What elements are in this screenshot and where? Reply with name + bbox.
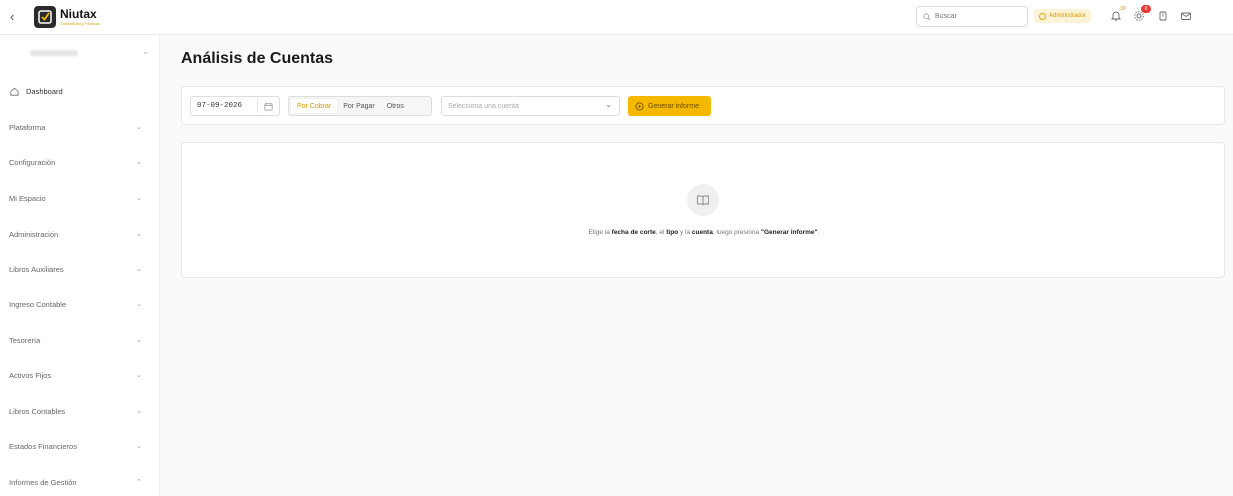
page-title: Análisis de Cuentas	[181, 50, 334, 67]
empty-state-card: Elige la fecha de corte, el tipo y la cu…	[181, 142, 1225, 278]
sidebar-item-dashboard[interactable]: Dashboard	[0, 82, 160, 100]
top-bar: ‹ Niutax Contabilidad y Finanzas Adminis…	[0, 0, 1233, 35]
generate-report-button[interactable]: Generar informe	[628, 96, 711, 116]
sidebar: ⌄ Dashboard Plataforma ⌄ Configuración ⌄…	[0, 35, 160, 496]
empty-text-part: , luego presiona	[712, 229, 761, 236]
notifications-count: 30	[1120, 6, 1126, 12]
copy-icon	[1159, 11, 1167, 21]
mail-icon	[1181, 12, 1191, 20]
sidebar-item-plataforma[interactable]: Plataforma ⌄	[0, 118, 160, 136]
sidebar-item-label: Estados Financieros	[9, 441, 77, 451]
sidebar-item-label: Administración	[9, 229, 59, 239]
sidebar-item-configuracion[interactable]: Configuración ⌄	[0, 153, 160, 171]
sidebar-item-activos-fijos[interactable]: Activos Fijos ⌄	[0, 366, 160, 384]
sidebar-item-label: Tesorería	[9, 335, 41, 345]
chevron-down-icon: ⌄	[136, 372, 142, 379]
filter-card: 07-09-2026 Por Cobrar Por Pagar Otros Se…	[181, 86, 1225, 125]
sidebar-item-label: Mi Espacio	[9, 193, 46, 203]
chevron-down-icon: ⌄	[136, 408, 142, 415]
role-badge[interactable]: Administrador	[1034, 9, 1092, 23]
chevron-down-icon: ⌄	[136, 124, 142, 131]
brand-name: Niutax	[60, 7, 97, 21]
empty-text-bold: cuenta	[691, 229, 713, 236]
sidebar-item-estados-financieros[interactable]: Estados Financieros ⌄	[0, 437, 160, 455]
search-input[interactable]	[935, 13, 1025, 20]
cutoff-date-value: 07-09-2026	[197, 102, 243, 110]
sidebar-item-label: Activos Fijos	[9, 370, 52, 380]
calendar-icon[interactable]	[263, 101, 274, 112]
chevron-down-icon: ⌄	[142, 47, 149, 56]
alerts-button[interactable]: 0	[1133, 5, 1151, 24]
empty-text-part: .	[817, 229, 820, 236]
empty-state-message: Elige la fecha de corte, el tipo y la cu…	[182, 229, 1226, 236]
chevron-down-icon: ⌄	[136, 195, 142, 202]
role-label: Administrador	[1049, 13, 1087, 19]
account-type-segmented: Por Cobrar Por Pagar Otros	[288, 96, 432, 116]
chevron-down-icon: ⌄	[136, 231, 142, 238]
account-select[interactable]: Selecciona una cuenta ⌄	[441, 96, 620, 116]
type-por-cobrar-button[interactable]: Por Cobrar	[291, 99, 338, 113]
sidebar-item-tesoreria[interactable]: Tesorería ⌄	[0, 331, 160, 349]
home-icon	[10, 87, 19, 96]
type-por-pagar-button[interactable]: Por Pagar	[337, 99, 381, 113]
chevron-down-icon: ⌄	[136, 337, 142, 344]
chevron-up-icon: ⌃	[136, 479, 142, 486]
chevron-down-icon: ⌄	[136, 159, 142, 166]
brand-tagline: Contabilidad y Finanzas	[60, 22, 100, 26]
chevron-down-icon: ⌄	[136, 443, 142, 450]
company-selector[interactable]: ⌄	[8, 47, 153, 61]
chevron-down-icon: ⌄	[136, 301, 142, 308]
sidebar-item-administracion[interactable]: Administración ⌄	[0, 225, 160, 243]
book-open-icon	[687, 184, 719, 216]
sidebar-item-label: Libros Contables	[9, 406, 66, 416]
empty-text-part: Elige la	[588, 229, 612, 236]
sidebar-item-mi-espacio[interactable]: Mi Espacio ⌄	[0, 189, 160, 207]
sidebar-item-ingreso-contable[interactable]: Ingreso Contable ⌄	[0, 295, 160, 313]
messages-button[interactable]	[1180, 10, 1194, 24]
sidebar-item-label: Ingreso Contable	[9, 299, 67, 309]
cutoff-date-field[interactable]: 07-09-2026	[190, 96, 280, 116]
search-icon	[923, 12, 931, 20]
divider	[257, 99, 258, 113]
sidebar-item-label: Configuración	[9, 157, 56, 167]
empty-text-bold: fecha de corte	[611, 229, 656, 236]
logo-icon	[34, 6, 56, 28]
generate-report-label: Generar informe	[648, 102, 699, 110]
type-otros-button[interactable]: Otros	[381, 99, 410, 113]
documents-button[interactable]	[1157, 10, 1171, 24]
chevron-down-icon: ⌄	[605, 100, 612, 109]
empty-text-part: , el	[655, 229, 667, 236]
sidebar-item-label: Plataforma	[9, 122, 46, 132]
sidebar-item-libros-auxiliares[interactable]: Libros Auxiliares ⌄	[0, 260, 160, 278]
account-select-placeholder: Selecciona una cuenta	[448, 102, 519, 110]
back-chevron-icon[interactable]: ‹	[10, 10, 22, 24]
sidebar-item-libros-contables[interactable]: Libros Contables ⌄	[0, 402, 160, 420]
empty-text-bold: "Generar informe"	[760, 229, 818, 236]
company-name-redacted	[30, 50, 78, 56]
sidebar-item-informes-de-gestion[interactable]: Informes de Gestión ⌃	[0, 473, 160, 491]
sidebar-item-label: Libros Auxiliares	[9, 264, 64, 274]
sidebar-item-label: Dashboard	[26, 86, 63, 96]
alerts-count: 0	[1141, 5, 1151, 13]
search-box[interactable]	[916, 6, 1028, 27]
sidebar-item-label: Informes de Gestión	[9, 477, 77, 487]
report-icon	[635, 101, 644, 111]
empty-text-part: y la	[678, 229, 692, 236]
empty-text-bold: tipo	[666, 229, 679, 236]
user-circle-icon	[1039, 12, 1046, 20]
notifications-button[interactable]: 30	[1110, 6, 1126, 24]
chevron-down-icon: ⌄	[136, 266, 142, 273]
